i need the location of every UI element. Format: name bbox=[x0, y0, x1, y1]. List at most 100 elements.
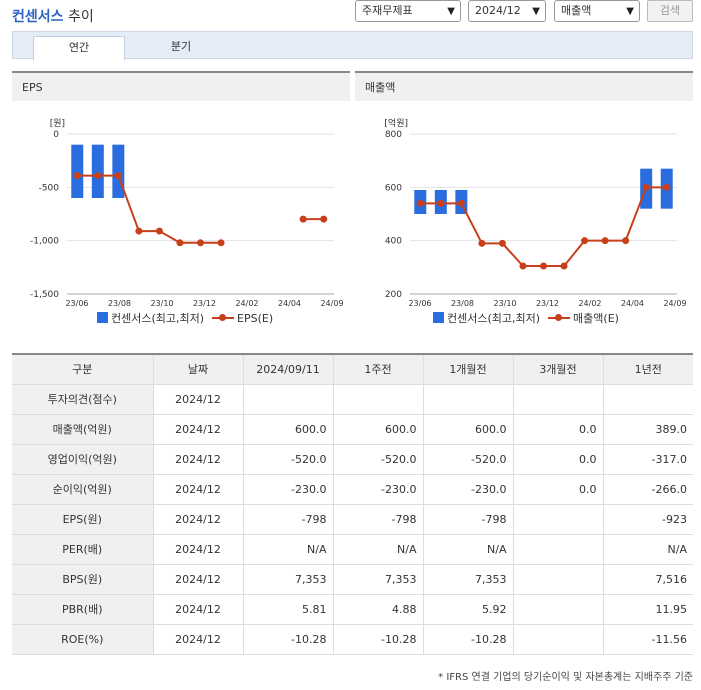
period-select-value: 2024/12 bbox=[475, 4, 521, 17]
statement-select[interactable]: 주재무제표 ▼ bbox=[355, 0, 461, 22]
table-cell: -798 bbox=[242, 504, 333, 535]
table-cell: 600.0 bbox=[242, 414, 333, 445]
table-header: 1년전 bbox=[602, 353, 693, 385]
title-suffix: 추이 bbox=[67, 9, 94, 25]
table-header-row: 구분 날짜 2024/09/11 1주전 1개월전 3개월전 1년전 bbox=[12, 353, 693, 385]
data-point bbox=[155, 227, 163, 235]
table-cell: 7,516 bbox=[602, 564, 693, 595]
table-cell bbox=[512, 624, 603, 655]
table-cell: 4.88 bbox=[332, 594, 423, 625]
table-row: 매출액(억원) 2024/12 600.0 600.0 600.0 0.0 389.0 bbox=[12, 414, 693, 445]
data-point bbox=[601, 237, 609, 245]
y-unit-label: [원] bbox=[50, 118, 65, 129]
data-point bbox=[197, 239, 204, 247]
table-row: EPS(원) 2024/12 -798 -798 -798 -923 bbox=[12, 504, 693, 535]
page-title: 컨센서스 추이 bbox=[12, 6, 94, 26]
table-cell: -266.0 bbox=[602, 474, 693, 505]
row-date: 2024/12 bbox=[152, 534, 243, 565]
data-point bbox=[320, 215, 328, 223]
tab-quarter[interactable]: 분기 bbox=[135, 36, 227, 60]
table-cell bbox=[512, 564, 603, 595]
y-tick-label: -500 bbox=[39, 183, 60, 193]
data-point bbox=[540, 262, 547, 270]
consensus-bar bbox=[71, 144, 84, 198]
table-cell bbox=[602, 384, 693, 415]
x-tick-label: 23/08 bbox=[451, 299, 474, 308]
y-tick-label: 600 bbox=[385, 183, 402, 193]
x-tick-label: 24/04 bbox=[278, 299, 301, 308]
chevron-down-icon: ▼ bbox=[447, 6, 455, 17]
data-point bbox=[663, 183, 671, 191]
table-row: ROE(%) 2024/12 -10.28 -10.28 -10.28 -11.56 bbox=[12, 624, 693, 655]
row-label: 투자의견(점수) bbox=[12, 384, 153, 415]
row-date: 2024/12 bbox=[152, 594, 243, 625]
data-point bbox=[94, 172, 102, 180]
title-brand: 컨센서스 bbox=[12, 9, 64, 25]
legend-line-swatch bbox=[548, 312, 571, 323]
table-header: 1개월전 bbox=[422, 353, 513, 385]
table-cell: 11.95 bbox=[602, 594, 693, 625]
table-cell: 7,353 bbox=[422, 564, 513, 595]
row-date: 2024/12 bbox=[152, 624, 243, 655]
data-point bbox=[498, 239, 506, 247]
legend-bar-label: 컨센서스(최고,최저) bbox=[111, 312, 205, 325]
item-select[interactable]: 매출액 ▼ bbox=[554, 0, 640, 22]
consensus-bar bbox=[91, 144, 104, 198]
table-cell: -520.0 bbox=[332, 444, 423, 475]
row-label: BPS(원) bbox=[12, 564, 153, 595]
row-label: EPS(원) bbox=[12, 504, 153, 535]
data-point bbox=[478, 239, 486, 247]
table-cell: -520.0 bbox=[422, 444, 513, 475]
table-cell: 5.92 bbox=[422, 594, 513, 625]
table-row: 투자의견(점수) 2024/12 bbox=[12, 384, 693, 415]
legend-line-label: EPS(E) bbox=[237, 312, 274, 325]
y-tick-label: 200 bbox=[385, 290, 402, 300]
row-date: 2024/12 bbox=[152, 384, 243, 415]
table-cell: -317.0 bbox=[602, 444, 693, 475]
eps-chart-legend: 컨센서스(최고,최저) EPS(E) bbox=[97, 310, 273, 326]
table-row: PBR(배) 2024/12 5.81 4.88 5.92 11.95 bbox=[12, 594, 693, 625]
table-row: PER(배) 2024/12 N/A N/A N/A N/A bbox=[12, 534, 693, 565]
revenue-chart-title: 매출액 bbox=[355, 71, 693, 101]
table-cell: -10.28 bbox=[422, 624, 513, 655]
consensus-bar bbox=[112, 144, 125, 198]
table-cell: -10.28 bbox=[242, 624, 333, 655]
table-header: 1주전 bbox=[332, 353, 423, 385]
legend-bar-label: 컨센서스(최고,최저) bbox=[447, 312, 541, 325]
row-label: 매출액(억원) bbox=[12, 414, 153, 445]
table-cell: -230.0 bbox=[422, 474, 513, 505]
table-cell: -798 bbox=[332, 504, 423, 535]
tab-annual[interactable]: 연간 bbox=[33, 36, 125, 60]
table-cell: N/A bbox=[242, 534, 333, 565]
period-select[interactable]: 2024/12 ▼ bbox=[468, 0, 546, 22]
row-label: ROE(%) bbox=[12, 624, 153, 655]
search-button[interactable]: 검색 bbox=[647, 0, 693, 22]
row-date: 2024/12 bbox=[152, 414, 243, 445]
row-label: PER(배) bbox=[12, 534, 153, 565]
item-select-value: 매출액 bbox=[561, 4, 592, 17]
x-tick-label: 24/02 bbox=[578, 299, 601, 308]
chevron-down-icon: ▼ bbox=[532, 6, 540, 17]
x-tick-label: 24/04 bbox=[621, 299, 644, 308]
row-label: 순이익(억원) bbox=[12, 474, 153, 505]
x-tick-label: 23/10 bbox=[493, 299, 516, 308]
table-cell: -923 bbox=[602, 504, 693, 535]
y-tick-label: 400 bbox=[385, 237, 402, 247]
table-cell: 389.0 bbox=[602, 414, 693, 445]
table-cell bbox=[422, 384, 513, 415]
table-header: 구분 bbox=[12, 353, 153, 385]
table-cell: -10.28 bbox=[332, 624, 423, 655]
table-cell: -230.0 bbox=[332, 474, 423, 505]
table-row: BPS(원) 2024/12 7,353 7,353 7,353 7,516 bbox=[12, 564, 693, 595]
eps-chart: 0 -500 -1,000 -1,500 [원] 23/06 23/08 23/10 23/12… bbox=[30, 118, 344, 308]
row-label: 영업이익(억원) bbox=[12, 444, 153, 475]
legend-line-label: 매출액(E) bbox=[573, 312, 619, 325]
x-tick-label: 23/06 bbox=[408, 299, 431, 308]
series-line-segment bbox=[117, 175, 140, 232]
table-cell: N/A bbox=[332, 534, 423, 565]
table-cell bbox=[512, 534, 603, 565]
table-cell: 0.0 bbox=[512, 474, 603, 505]
table-cell bbox=[512, 384, 603, 415]
row-date: 2024/12 bbox=[152, 564, 243, 595]
x-tick-label: 23/12 bbox=[536, 299, 559, 308]
